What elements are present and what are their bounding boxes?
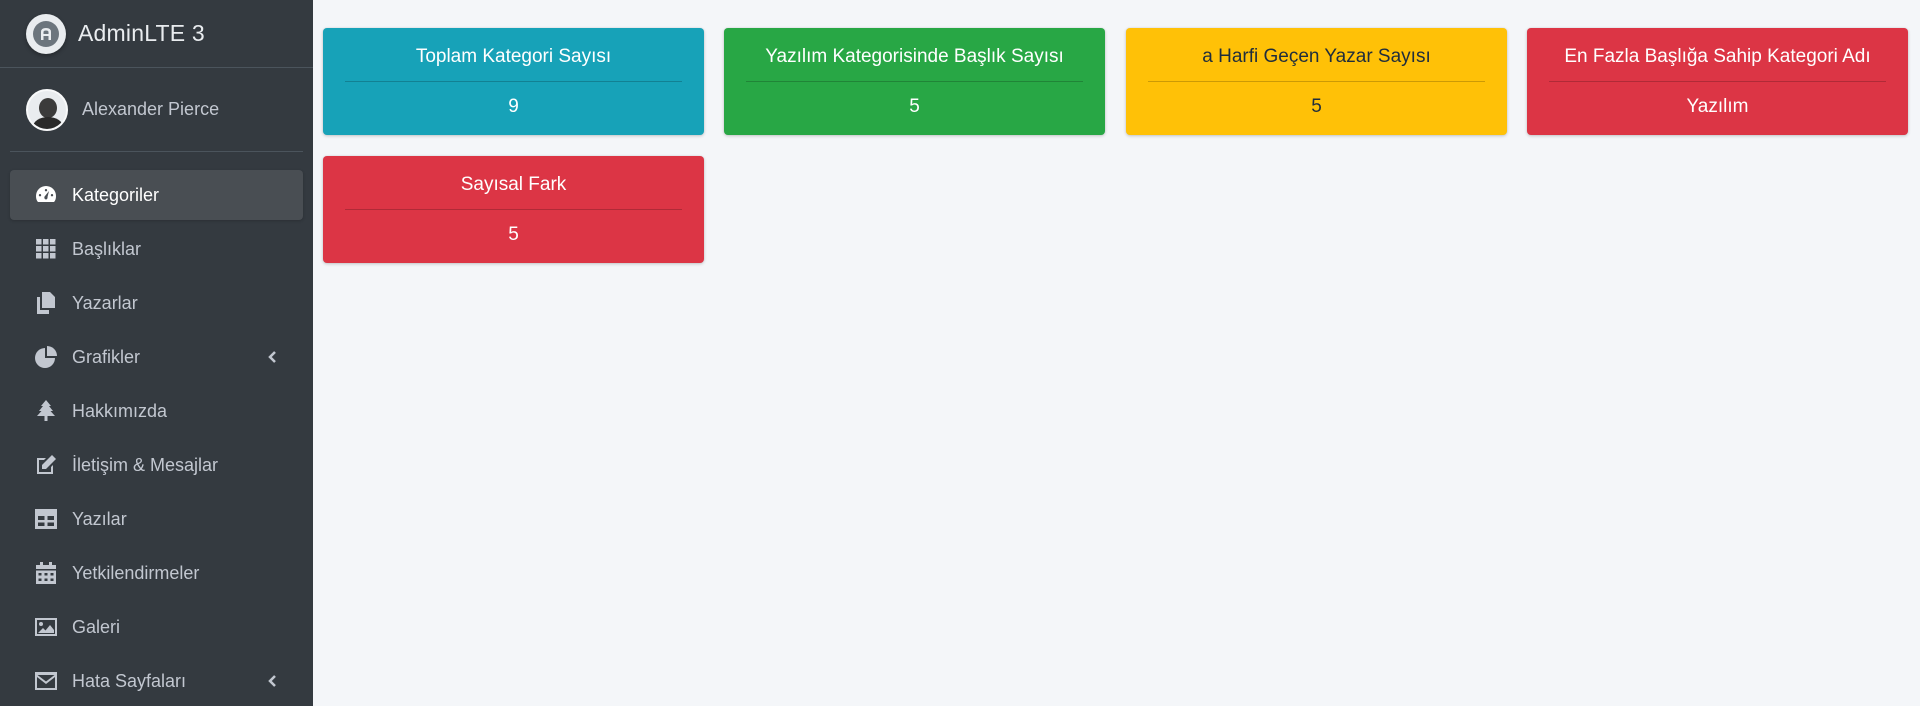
- chevron-left-icon[interactable]: [265, 673, 279, 689]
- envelope-icon: [34, 669, 58, 693]
- card-value: 9: [508, 96, 519, 117]
- stat-card-yazilim-baslik: Yazılım Kategorisinde Başlık Sayısı 5: [724, 28, 1105, 135]
- sidebar-item-label: Galeri: [72, 616, 121, 637]
- table-icon: [34, 507, 58, 531]
- user-panel[interactable]: Alexander Pierce: [10, 68, 303, 152]
- stat-card-sayisal-fark: Sayısal Fark 5: [323, 156, 704, 263]
- stat-card-toplam-kategori: Toplam Kategori Sayısı 9: [323, 28, 704, 135]
- sidebar-item-iletisim[interactable]: İletişim & Mesajlar: [10, 440, 303, 490]
- card-title: Yazılım Kategorisinde Başlık Sayısı: [746, 28, 1083, 82]
- sidebar-item-label: Kategoriler: [72, 184, 160, 205]
- card-title: Toplam Kategori Sayısı: [345, 28, 682, 82]
- copy-icon: [34, 291, 58, 315]
- stat-card-a-harfi-yazar: a Harfi Geçen Yazar Sayısı 5: [1126, 28, 1507, 135]
- sidebar-item-label: Yazarlar: [72, 292, 138, 313]
- dashboard-gauge-icon: [34, 183, 58, 207]
- sidebar-item-label: Başlıklar: [72, 238, 142, 259]
- sidebar-item-grafikler[interactable]: Grafikler: [10, 332, 303, 382]
- avatar: [26, 88, 68, 131]
- stat-card-en-fazla-baslik: En Fazla Başlığa Sahip Kategori Adı Yazı…: [1527, 28, 1908, 135]
- sidebar-item-yazarlar[interactable]: Yazarlar: [10, 278, 303, 328]
- sidebar-item-label: Yetkilendirmeler: [72, 562, 200, 583]
- sidebar-item-galeri[interactable]: Galeri: [10, 602, 303, 652]
- image-icon: [34, 615, 58, 639]
- card-value: 5: [909, 96, 920, 117]
- sidebar-item-yetkilendirmeler[interactable]: Yetkilendirmeler: [10, 548, 303, 598]
- sidebar: AdminLTE 3 Alexander Pierce Kategoriler …: [0, 0, 313, 706]
- sidebar-item-label: Grafikler: [72, 346, 141, 367]
- brand-name: AdminLTE 3: [78, 20, 205, 46]
- grid-icon: [34, 237, 58, 261]
- card-value: Yazılım: [1686, 96, 1749, 117]
- card-title: Sayısal Fark: [345, 156, 682, 210]
- sidebar-item-label: Hata Sayfaları: [72, 670, 187, 691]
- sidebar-item-label: İletişim & Mesajlar: [72, 454, 219, 475]
- user-name[interactable]: Alexander Pierce: [82, 99, 219, 120]
- card-title: a Harfi Geçen Yazar Sayısı: [1148, 28, 1485, 82]
- sidebar-nav: Kategoriler Başlıklar Yazarlar Grafikler: [0, 152, 313, 706]
- card-value: 5: [1311, 96, 1322, 117]
- tree-icon: [34, 399, 58, 423]
- sidebar-item-hakkimizda[interactable]: Hakkımızda: [10, 386, 303, 436]
- card-value: 5: [508, 224, 519, 245]
- sidebar-item-hata-sayfalari[interactable]: Hata Sayfaları: [10, 656, 303, 706]
- chevron-left-icon[interactable]: [265, 349, 279, 365]
- pie-chart-icon: [34, 345, 58, 369]
- sidebar-item-label: Yazılar: [72, 508, 127, 529]
- main-content: Toplam Kategori Sayısı 9 Yazılım Kategor…: [313, 0, 1920, 706]
- brand-link[interactable]: AdminLTE 3: [0, 0, 313, 68]
- card-title: En Fazla Başlığa Sahip Kategori Adı: [1549, 28, 1886, 82]
- calendar-icon: [34, 561, 58, 585]
- edit-icon: [34, 453, 58, 477]
- adminlte-logo-icon: [26, 13, 66, 54]
- sidebar-item-basliklar[interactable]: Başlıklar: [10, 224, 303, 274]
- sidebar-item-yazilar[interactable]: Yazılar: [10, 494, 303, 544]
- sidebar-item-kategoriler[interactable]: Kategoriler: [10, 170, 303, 220]
- sidebar-item-label: Hakkımızda: [72, 400, 168, 421]
